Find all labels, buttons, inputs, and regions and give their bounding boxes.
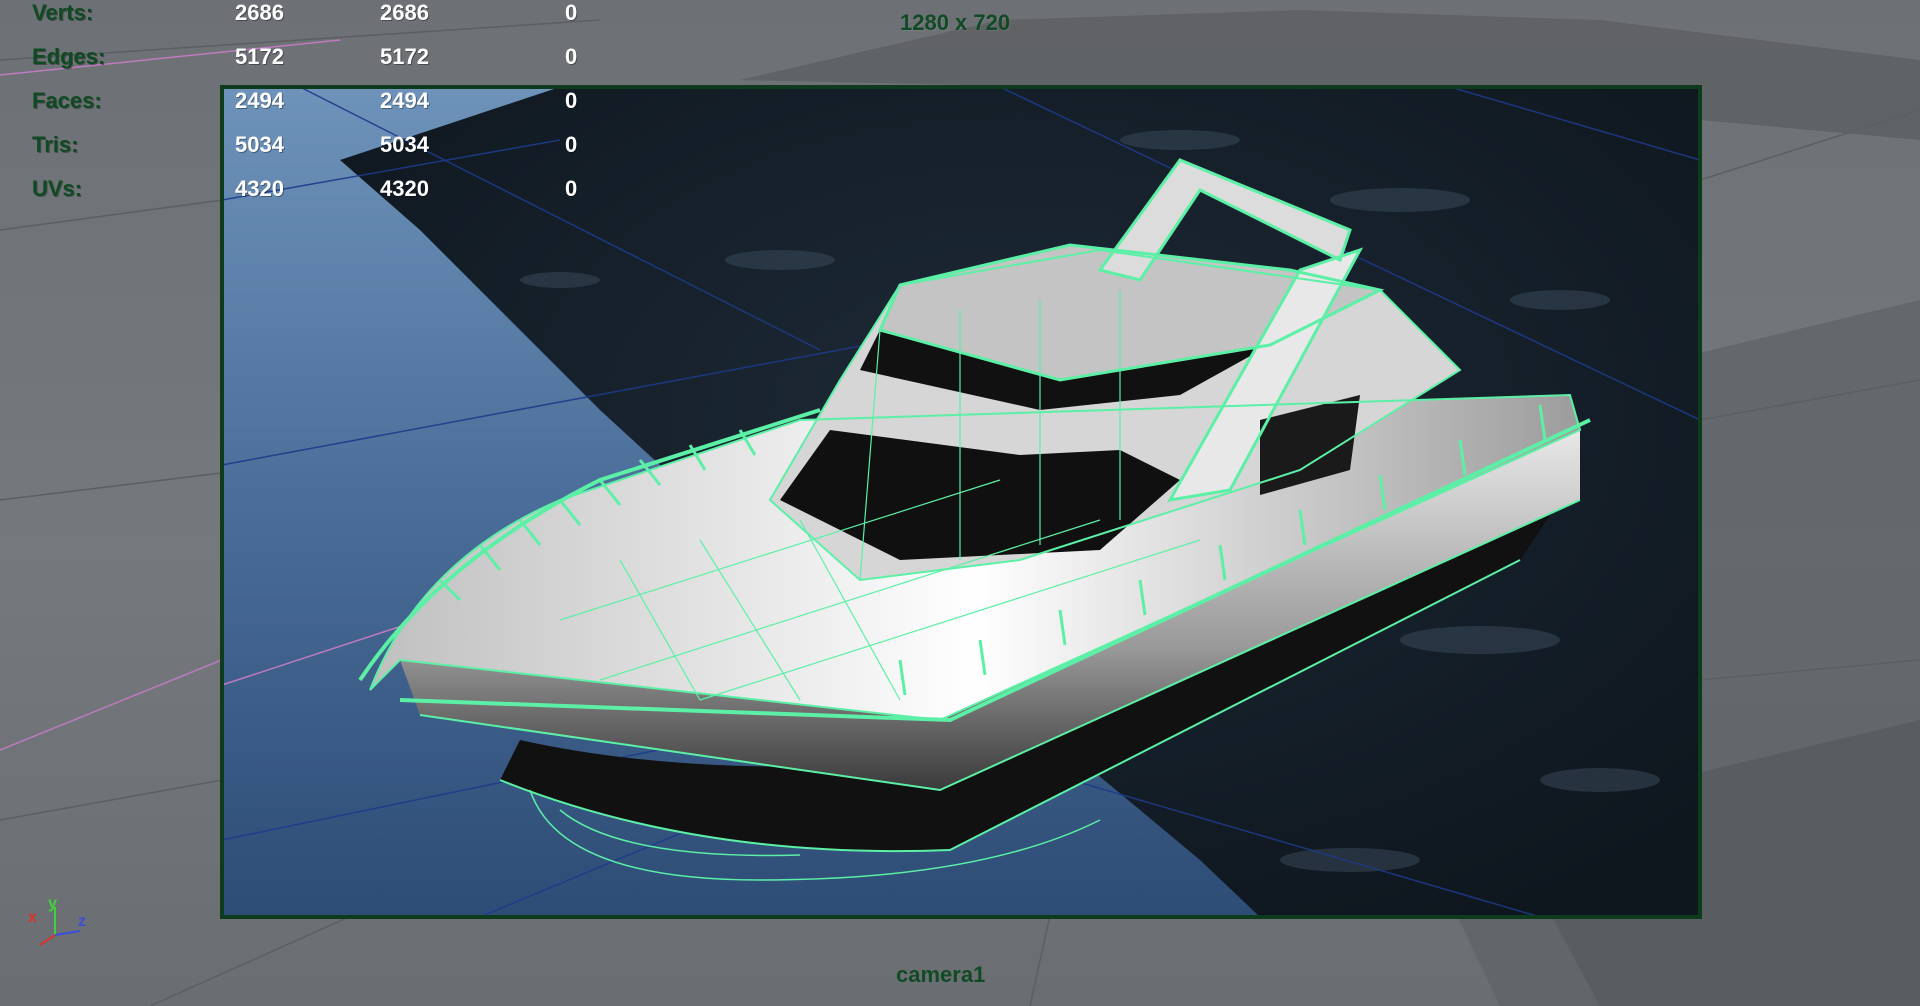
hud-faces-total: 2494 [380,88,429,113]
hud-verts-selected: 2686 [235,0,284,25]
camera-name-label: camera1 [896,962,986,987]
hud-faces-extra: 0 [565,88,578,113]
hud-label-faces: Faces: [32,88,102,113]
axis-x-label: x [28,909,37,926]
hud-faces-selected: 2494 [235,88,284,113]
hud-label-verts: Verts: [32,0,94,25]
hud-verts-total: 2686 [380,0,429,25]
hud-label-uvs: UVs: [32,176,83,201]
axis-gizmo: x y z [20,895,100,955]
hud-verts-extra: 0 [565,0,578,25]
hud-tris-total: 5034 [380,132,429,157]
3d-viewport[interactable]: Verts: 2686 2686 0 Edges: 5172 5172 0 Fa… [0,0,1920,1006]
hud-label-edges: Edges: [32,44,106,69]
hud-uvs-selected: 4320 [235,176,284,201]
resolution-gate-label: 1280 x 720 [900,10,1011,35]
hud-edges-selected: 5172 [235,44,284,69]
axis-y-label: y [48,895,57,912]
hud-uvs-extra: 0 [565,176,578,201]
hud-edges-total: 5172 [380,44,429,69]
scene-render[interactable] [0,0,1920,1006]
axis-z-label: z [78,913,86,930]
hud-label-tris: Tris: [32,132,79,157]
hud-tris-selected: 5034 [235,132,284,157]
hud-uvs-total: 4320 [380,176,429,201]
hud-edges-extra: 0 [565,44,578,69]
hud-tris-extra: 0 [565,132,578,157]
